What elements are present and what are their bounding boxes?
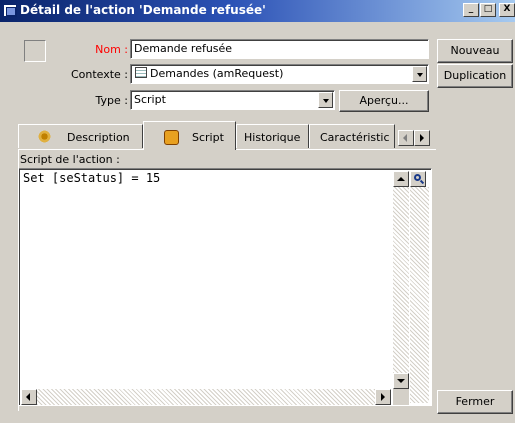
record-image-placeholder[interactable] <box>24 40 46 62</box>
tab-history-label: Historique <box>244 131 301 144</box>
table-icon <box>135 67 147 78</box>
arrow-left-icon <box>403 134 407 142</box>
minimize-button[interactable]: _ <box>463 3 479 17</box>
tab-characteristics-label: Caractéristic <box>320 131 390 144</box>
new-button[interactable]: Nouveau <box>437 39 513 63</box>
name-field[interactable]: Demande refusée <box>130 39 429 59</box>
tab-page <box>18 149 436 411</box>
type-select[interactable]: Script <box>130 90 335 110</box>
context-value: Demandes (amRequest) <box>150 67 284 80</box>
tab-description-label: Description <box>67 131 130 144</box>
tab-scroll-left-button[interactable] <box>398 130 414 146</box>
gears-icon <box>37 129 52 144</box>
tab-scroll-right-button[interactable] <box>414 130 430 146</box>
name-label: Nom : <box>95 43 128 56</box>
tab-characteristics[interactable]: Caractéristic <box>309 124 395 148</box>
tab-description[interactable]: Description <box>18 124 143 148</box>
title-bar[interactable]: Détail de l'action 'Demande refusée' _ □… <box>0 0 515 22</box>
close-button[interactable]: Fermer <box>437 390 513 414</box>
type-label: Type : <box>95 94 128 107</box>
script-icon <box>164 130 179 145</box>
context-combobox[interactable]: Demandes (amRequest) <box>130 64 429 84</box>
maximize-button[interactable]: □ <box>480 3 496 17</box>
preview-button[interactable]: Aperçu... <box>339 90 429 112</box>
type-value: Script <box>134 93 166 106</box>
tab-script[interactable]: Script <box>143 121 236 150</box>
context-label: Contexte : <box>70 68 128 81</box>
tab-script-label: Script <box>192 131 224 144</box>
tab-history[interactable]: Historique <box>236 124 309 148</box>
window-title: Détail de l'action 'Demande refusée' <box>20 3 266 17</box>
duplicate-button[interactable]: Duplication <box>437 64 513 88</box>
close-window-button[interactable]: X <box>499 3 515 17</box>
window-app-icon <box>3 4 17 17</box>
type-dropdown-arrow[interactable] <box>318 92 333 108</box>
arrow-right-icon <box>420 134 424 142</box>
context-dropdown-arrow[interactable] <box>412 66 427 82</box>
